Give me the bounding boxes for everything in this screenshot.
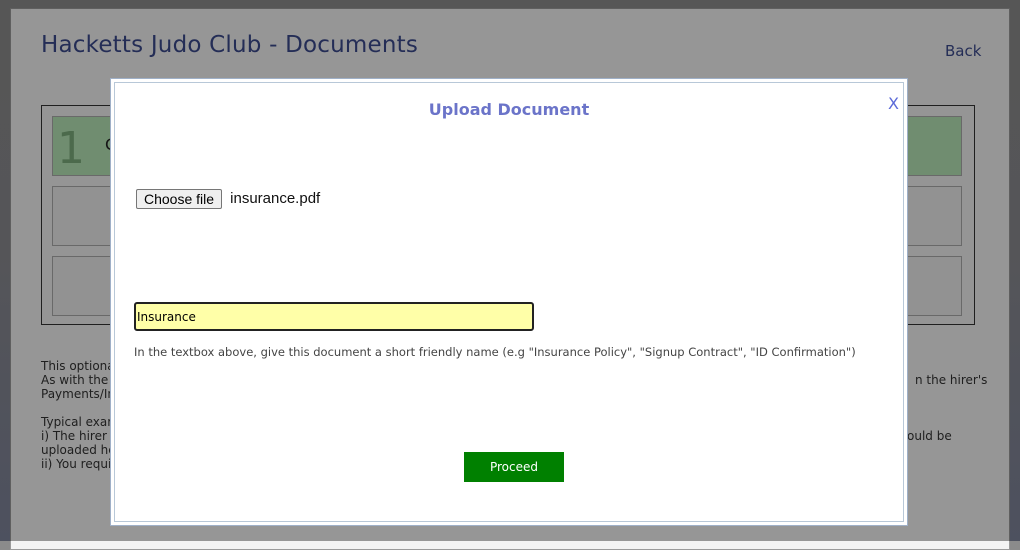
document-name-input[interactable]: [134, 302, 534, 331]
document-name-hint: In the textbox above, give this document…: [134, 345, 856, 359]
close-icon[interactable]: X: [888, 94, 899, 113]
choose-file-button[interactable]: Choose file: [136, 188, 223, 209]
dialog-frame: Upload Document X Choose file insurance.…: [114, 82, 904, 522]
dialog-title: Upload Document: [428, 100, 590, 119]
proceed-button[interactable]: Proceed: [464, 452, 564, 482]
selected-file-name: insurance.pdf: [230, 190, 321, 207]
upload-document-dialog: Upload Document X Choose file insurance.…: [110, 78, 908, 526]
file-picker: Choose file insurance.pdf: [136, 188, 320, 209]
